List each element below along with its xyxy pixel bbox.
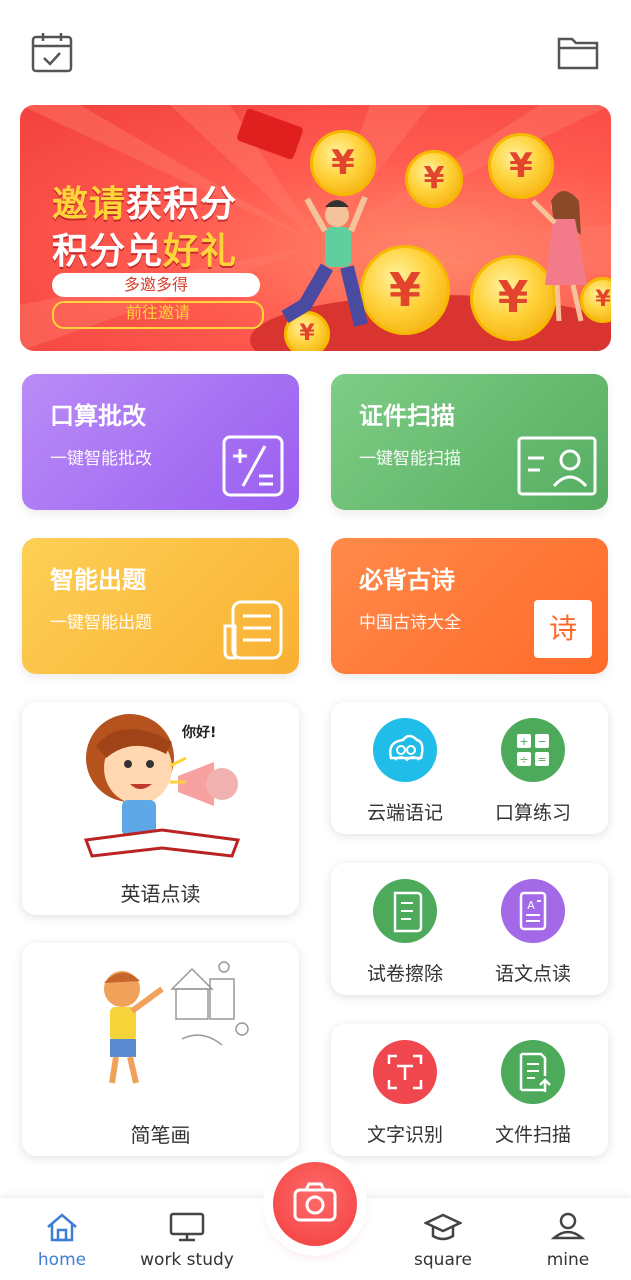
banner-headline-1: 邀请获积分: [52, 184, 238, 225]
folder-icon[interactable]: [556, 30, 600, 74]
card-subtitle: 一键智能扫描: [359, 449, 461, 469]
paper-stack-icon: [223, 600, 283, 660]
invite-banner[interactable]: ¥ ¥ ¥ ¥ ¥ ¥ ¥ 邀请获积分 积分兑好礼 多邀多得 前往邀请: [20, 105, 611, 351]
camera-button[interactable]: [273, 1162, 357, 1246]
card-label: 英语点读: [120, 882, 201, 906]
speech-bubble: 你好!: [182, 725, 217, 741]
svg-text:A: A: [527, 899, 535, 912]
tool-label: 语文点读: [494, 963, 571, 985]
card-subtitle: 中国古诗大全: [359, 613, 461, 633]
math-correction-icon: [222, 435, 284, 497]
calendar-icon[interactable]: [30, 30, 74, 74]
nav-mine[interactable]: mine: [513, 1212, 623, 1270]
english-reading-card[interactable]: 你好! 英语点读: [22, 702, 299, 915]
smart-question-card[interactable]: 智能出题 一键智能出题: [22, 538, 299, 674]
tools-row-3: 文字识别 文件扫描: [331, 1024, 608, 1156]
invite-button[interactable]: 前往邀请: [52, 301, 264, 329]
nav-square[interactable]: square: [388, 1212, 498, 1270]
nav-work-study[interactable]: work study: [132, 1212, 242, 1270]
id-card-icon: [517, 436, 597, 496]
calculator-icon: + − ÷ =: [501, 718, 565, 782]
svg-text:÷: ÷: [519, 753, 528, 766]
ancient-poems-card[interactable]: 必背古诗 中国古诗大全 诗: [331, 538, 608, 674]
svg-text:=: =: [537, 753, 546, 766]
nav-mine-label: mine: [546, 1250, 590, 1270]
tool-label: 试卷擦除: [366, 963, 443, 985]
card-title: 证件扫描: [359, 402, 455, 430]
banner-tagline: 多邀多得: [52, 273, 260, 297]
user-icon: [550, 1212, 586, 1240]
tool-label: 口算练习: [494, 802, 571, 824]
nav-home-label: home: [37, 1250, 87, 1270]
tools-row-1: 云端语记 + − ÷ = 口算练习: [331, 702, 608, 834]
banner-headline-2: 积分兑好礼: [52, 231, 238, 272]
file-scan-icon: [501, 1040, 565, 1104]
nav-work-study-label: work study: [140, 1250, 234, 1270]
tool-label: 文字识别: [366, 1124, 443, 1146]
card-subtitle: 一键智能出题: [50, 613, 152, 633]
girl-reading-illustration: [83, 714, 241, 858]
text-book-icon: A: [501, 879, 565, 943]
graduation-cap-icon: [423, 1213, 463, 1241]
monitor-icon: [169, 1212, 205, 1242]
sketch-drawing-card[interactable]: 简笔画: [22, 943, 299, 1156]
oral-math-correction-card[interactable]: 口算批改 一键智能批改: [22, 374, 299, 510]
nav-square-label: square: [414, 1250, 472, 1270]
text-scan-icon: [373, 1040, 437, 1104]
camera-icon: [293, 1182, 337, 1222]
cloud-voice-icon: [373, 718, 437, 782]
scroll-icon: [373, 879, 437, 943]
tool-label: 云端语记: [366, 802, 443, 824]
card-title: 智能出题: [50, 566, 146, 594]
svg-text:−: −: [537, 735, 546, 748]
svg-text:+: +: [519, 735, 528, 748]
tools-row-2: 试卷擦除 A 语文点读: [331, 863, 608, 995]
card-title: 必背古诗: [359, 566, 455, 594]
home-icon: [47, 1213, 77, 1242]
card-subtitle: 一键智能批改: [50, 449, 152, 469]
coin-icon: ¥: [405, 150, 463, 208]
boy-drawing-illustration: [104, 961, 249, 1084]
jumping-boy-illustration: [281, 195, 368, 327]
card-title: 口算批改: [50, 402, 146, 430]
card-label: 简笔画: [130, 1123, 191, 1147]
tool-label: 文件扫描: [494, 1124, 571, 1146]
nav-home[interactable]: home: [7, 1212, 117, 1270]
id-scan-card[interactable]: 证件扫描 一键智能扫描: [331, 374, 608, 510]
jumping-girl-illustration: [531, 191, 587, 322]
poem-book-icon: 诗: [534, 600, 592, 658]
